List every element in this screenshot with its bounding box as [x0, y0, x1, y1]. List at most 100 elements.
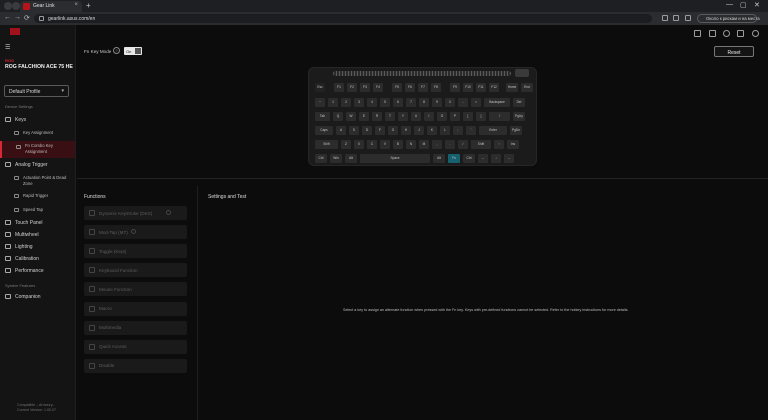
- key-5-3[interactable]: Space: [360, 154, 430, 163]
- sidebar-item-key-assignment[interactable]: Key Assignment: [0, 130, 75, 137]
- help-icon[interactable]: ?: [113, 47, 120, 54]
- key-5-6[interactable]: Ctrl: [463, 154, 475, 163]
- key-1-9[interactable]: 9: [432, 98, 442, 107]
- key-5-2[interactable]: Alt: [345, 154, 357, 163]
- function-button[interactable]: Macro: [84, 301, 187, 316]
- key-3-2[interactable]: S: [349, 126, 359, 135]
- key-1-10[interactable]: 0: [445, 98, 455, 107]
- help-icon[interactable]: [166, 210, 171, 215]
- key-0-7[interactable]: F7: [418, 83, 428, 92]
- key-4-9[interactable]: .: [445, 140, 455, 149]
- site-info-icon[interactable]: [39, 16, 44, 21]
- key-5-9[interactable]: →: [504, 154, 514, 163]
- key-3-7[interactable]: J: [414, 126, 424, 135]
- key-2-14[interactable]: PgUp: [513, 112, 525, 121]
- key-2-2[interactable]: W: [346, 112, 356, 121]
- browser-tab[interactable]: Gear Link ×: [20, 1, 82, 12]
- key-1-13[interactable]: Backspace: [484, 98, 510, 107]
- sidebar-item-speed-tap[interactable]: Speed Tap: [0, 207, 75, 214]
- key-1-6[interactable]: 6: [393, 98, 403, 107]
- screenshot-icon[interactable]: [694, 30, 701, 37]
- sidebar-item-analog-trigger[interactable]: Analog Trigger: [0, 161, 75, 169]
- function-button[interactable]: Toggle (Kept): [84, 244, 187, 259]
- key-2-0[interactable]: Tab: [315, 112, 330, 121]
- reload-button[interactable]: ⟳: [24, 14, 30, 22]
- key-3-0[interactable]: Caps: [315, 126, 333, 135]
- key-0-14[interactable]: End: [521, 83, 533, 92]
- maximize-button[interactable]: ▢: [740, 1, 747, 9]
- key-4-3[interactable]: C: [367, 140, 377, 149]
- profile-select[interactable]: Default Profile ▾: [4, 85, 69, 97]
- key-4-2[interactable]: X: [354, 140, 364, 149]
- key-0-5[interactable]: F5: [392, 83, 402, 92]
- key-1-14[interactable]: Del: [513, 98, 525, 107]
- key-2-9[interactable]: O: [437, 112, 447, 121]
- function-button[interactable]: Mod-Tap (MT): [84, 225, 187, 240]
- function-button[interactable]: Mouse Function: [84, 282, 187, 297]
- translate-icon[interactable]: [662, 15, 668, 21]
- key-0-0[interactable]: Esc: [315, 83, 325, 92]
- key-0-2[interactable]: F2: [347, 83, 357, 92]
- key-1-8[interactable]: 8: [419, 98, 429, 107]
- tab-search-icon[interactable]: [12, 2, 20, 10]
- key-3-6[interactable]: H: [401, 126, 411, 135]
- key-1-3[interactable]: 3: [354, 98, 364, 107]
- key-2-10[interactable]: P: [450, 112, 460, 121]
- key-4-7[interactable]: M: [419, 140, 429, 149]
- key-1-12[interactable]: =: [471, 98, 481, 107]
- key-0-6[interactable]: F6: [405, 83, 415, 92]
- key-0-4[interactable]: F4: [373, 83, 383, 92]
- key-2-6[interactable]: Y: [398, 112, 408, 121]
- new-tab-button[interactable]: +: [86, 1, 91, 10]
- key-0-3[interactable]: F3: [360, 83, 370, 92]
- export-icon[interactable]: [709, 30, 716, 37]
- key-4-12[interactable]: ↑: [494, 140, 504, 149]
- key-5-8[interactable]: ↓: [491, 154, 501, 163]
- back-button[interactable]: ←: [4, 14, 11, 21]
- key-1-7[interactable]: 7: [406, 98, 416, 107]
- key-0-13[interactable]: Home: [506, 83, 518, 92]
- function-button[interactable]: Keyboard Function: [84, 263, 187, 278]
- key-0-9[interactable]: F9: [450, 83, 460, 92]
- url-field[interactable]: gearlink.asus.com/en: [34, 14, 652, 23]
- key-1-0[interactable]: ~: [315, 98, 325, 107]
- help-icon[interactable]: [131, 229, 136, 235]
- key-4-10[interactable]: /: [458, 140, 468, 149]
- close-window-button[interactable]: ✕: [754, 1, 760, 9]
- key-4-13[interactable]: Ins: [507, 140, 519, 149]
- sidebar-item-companion[interactable]: Companion: [0, 293, 75, 301]
- function-button[interactable]: Quick Access: [84, 339, 187, 354]
- key-3-12[interactable]: Enter: [479, 126, 507, 135]
- key-3-9[interactable]: L: [440, 126, 450, 135]
- key-3-1[interactable]: A: [336, 126, 346, 135]
- sidebar-item-actuation[interactable]: Actuation Point & Dead Zone: [0, 175, 75, 187]
- key-3-11[interactable]: ': [466, 126, 476, 135]
- sidebar-item-touch-panel[interactable]: Touch Panel: [0, 219, 75, 227]
- split-view-icon[interactable]: [685, 15, 691, 21]
- key-2-11[interactable]: [: [463, 112, 473, 121]
- key-3-3[interactable]: D: [362, 126, 372, 135]
- sidebar-item-rapid-trigger[interactable]: Rapid Trigger: [0, 193, 75, 200]
- browser-update-pill[interactable]: Около к рискам и на места: [697, 14, 760, 23]
- notification-icon[interactable]: [737, 30, 744, 37]
- tab-close-icon[interactable]: ×: [74, 2, 78, 8]
- fn-key-mode-toggle[interactable]: On: [124, 47, 142, 55]
- key-5-7[interactable]: ←: [478, 154, 488, 163]
- key-1-11[interactable]: -: [458, 98, 468, 107]
- key-0-1[interactable]: F1: [334, 83, 344, 92]
- sidebar-item-calibration[interactable]: Calibration: [0, 255, 75, 263]
- key-3-4[interactable]: F: [375, 126, 385, 135]
- bookmark-icon[interactable]: [673, 15, 679, 21]
- account-icon[interactable]: [752, 30, 759, 37]
- function-button[interactable]: Dynamic Keystroke (DKS): [84, 206, 187, 220]
- key-5-4[interactable]: Alt: [433, 154, 445, 163]
- browser-menu-icon[interactable]: [4, 2, 12, 10]
- key-5-0[interactable]: Ctrl: [315, 154, 327, 163]
- sidebar-item-fn-combo[interactable]: Fn Combo Key Assignment: [0, 141, 75, 158]
- function-button[interactable]: Multimedia: [84, 320, 187, 335]
- key-0-11[interactable]: F11: [476, 83, 486, 92]
- key-4-11[interactable]: Shift: [471, 140, 491, 149]
- key-2-4[interactable]: R: [372, 112, 382, 121]
- key-1-5[interactable]: 5: [380, 98, 390, 107]
- key-2-1[interactable]: Q: [333, 112, 343, 121]
